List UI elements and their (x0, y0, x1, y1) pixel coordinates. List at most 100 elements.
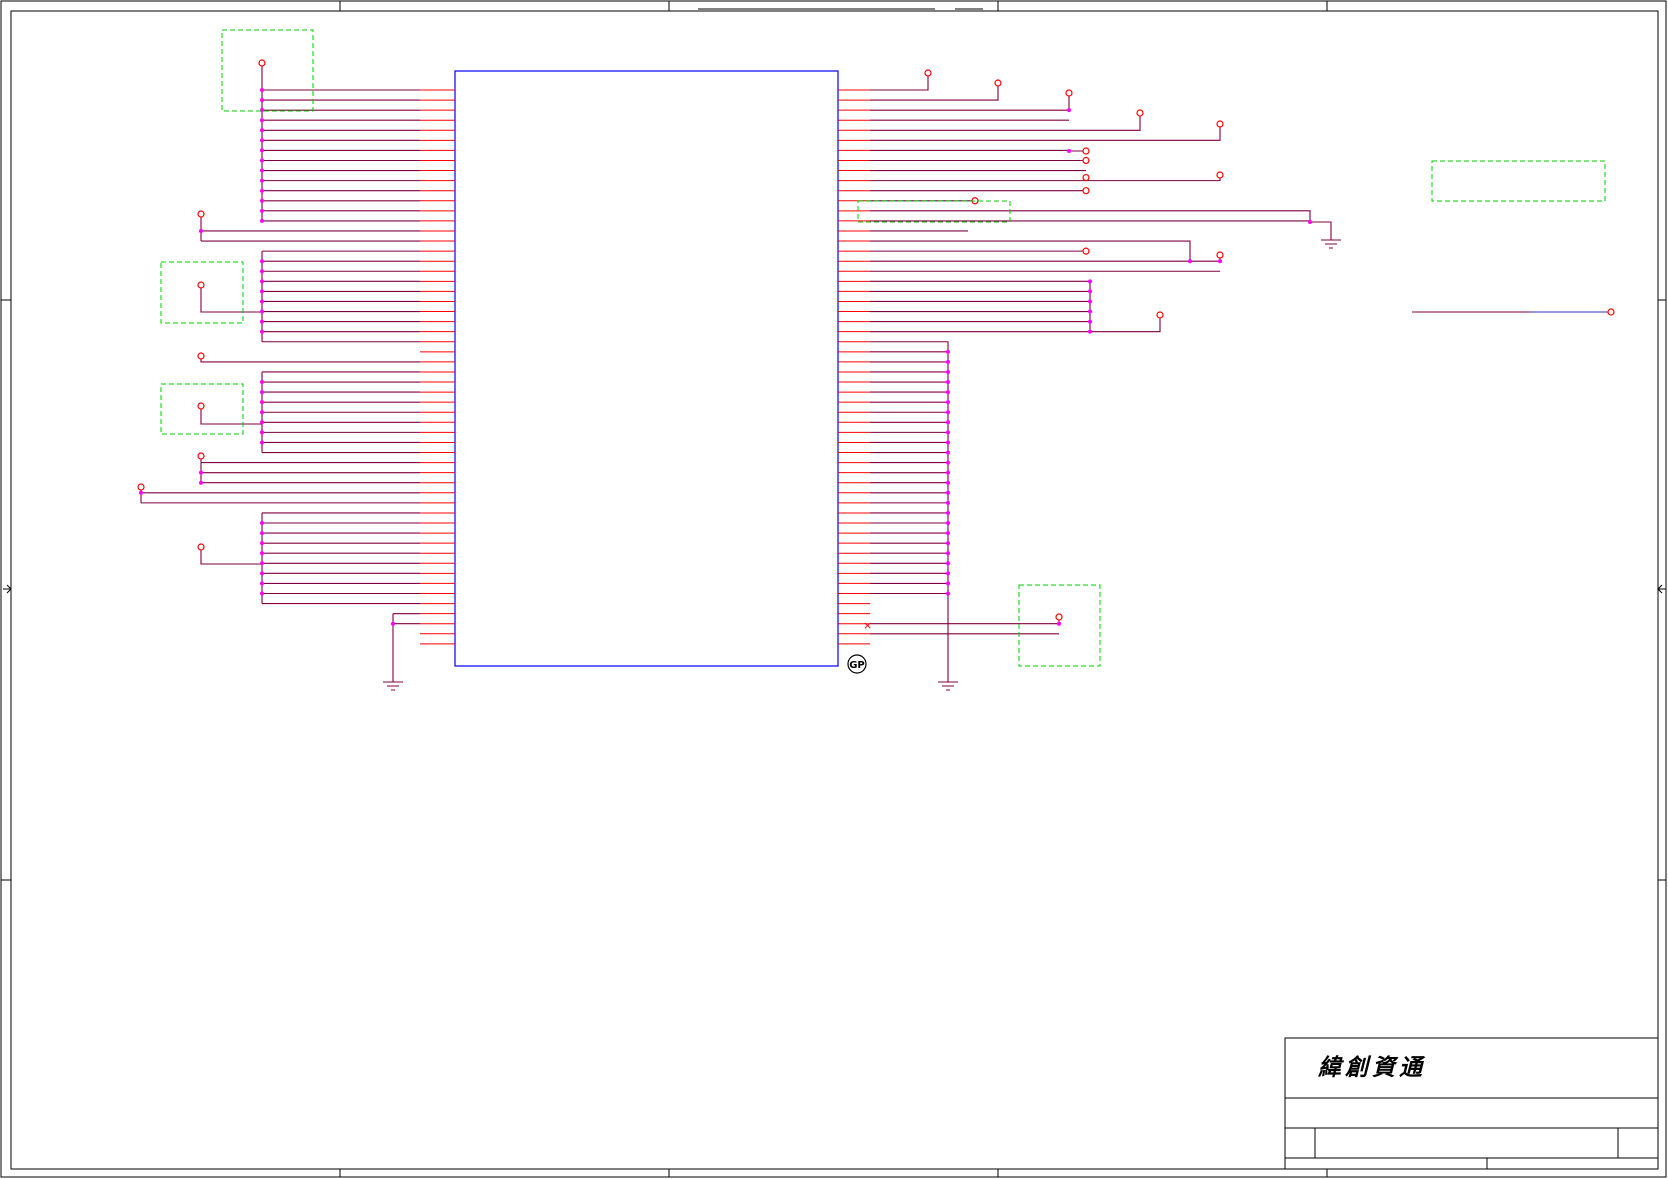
junction-dot (260, 118, 264, 123)
junction-dot (946, 400, 950, 405)
junction-dot (946, 349, 950, 354)
junction-dot (260, 138, 264, 143)
net-wire (870, 341, 949, 682)
power-port-icon[interactable] (1216, 251, 1224, 259)
power-port-icon[interactable] (1216, 171, 1224, 179)
net-wire (870, 116, 1141, 131)
power-port-icon[interactable] (1065, 89, 1073, 97)
power-port-icon[interactable] (994, 79, 1002, 87)
power-port-icon[interactable] (1136, 109, 1144, 117)
junction-dot (260, 531, 264, 536)
power-port-icon[interactable] (1082, 173, 1090, 182)
net-wire (870, 220, 1311, 222)
junction-dot (260, 390, 264, 395)
schematic-sheet: × GP 緯創資通 (0, 0, 1667, 1178)
power-port-icon[interactable] (137, 483, 145, 491)
junction-dot (260, 410, 264, 415)
ic-right-pins (838, 89, 870, 645)
junction-dot (260, 108, 264, 113)
net-wire (870, 620, 1060, 625)
power-port-icon[interactable] (197, 352, 205, 360)
junction-dot (260, 218, 264, 223)
net-wire (200, 409, 262, 425)
junction-dot (260, 259, 264, 264)
power-port-icon[interactable] (1082, 147, 1090, 155)
net-wire (870, 149, 1086, 152)
power-port-icon[interactable] (197, 452, 205, 460)
power-ports[interactable] (137, 59, 1615, 621)
junction-dot (260, 158, 264, 163)
junction-dot (946, 480, 950, 485)
junction-dot (260, 420, 264, 425)
junction-dot (946, 531, 950, 536)
power-port-icon[interactable] (924, 69, 932, 77)
net-wire (870, 258, 1221, 262)
power-port-icon[interactable] (1216, 120, 1224, 128)
junction-dot (946, 430, 950, 435)
power-port-icon[interactable] (1082, 156, 1090, 165)
junction-dot (260, 581, 264, 586)
junction-dot (946, 551, 950, 556)
ground-symbol (1321, 239, 1341, 249)
junction-dot (946, 541, 950, 546)
junction-dot (946, 380, 950, 385)
junction-dot (260, 541, 264, 546)
group-box (857, 200, 1011, 223)
junction-dot (260, 521, 264, 526)
junction-dot (199, 470, 203, 475)
zone-markers (1, 1, 1666, 1177)
ground-symbol (938, 681, 958, 691)
junction-dot (946, 420, 950, 425)
junction-dot (260, 319, 264, 324)
junction-dot (199, 228, 203, 233)
junction-dot (946, 369, 950, 374)
power-port-icon[interactable] (1055, 613, 1063, 621)
net-wire (200, 359, 420, 363)
right-arrow-marker (1657, 584, 1666, 594)
junction-dot (1088, 309, 1092, 314)
junction-dot (946, 510, 950, 515)
junction-dot (946, 591, 950, 596)
junction-dot (1218, 259, 1222, 264)
power-port-icon[interactable] (1156, 311, 1164, 319)
junction-dot (1308, 220, 1312, 224)
power-port-icon[interactable] (1607, 308, 1615, 316)
junction-dot (260, 329, 264, 334)
net-wire (870, 96, 1070, 111)
power-port-icon[interactable] (197, 402, 205, 410)
junction-dot (946, 410, 950, 415)
junction-dot (260, 400, 264, 405)
junction-dot (946, 460, 950, 465)
company-name: 緯創資通 (1317, 1054, 1426, 1081)
junction-dot (260, 148, 264, 153)
junction-dot (260, 440, 264, 445)
power-port-icon[interactable] (1082, 247, 1090, 255)
junction-dot (1088, 279, 1092, 284)
net-wire (1090, 318, 1161, 333)
ic-component-body[interactable] (454, 70, 839, 667)
power-port-icon[interactable] (1082, 187, 1090, 195)
junction-dot (260, 88, 264, 92)
junction-dot (199, 480, 203, 485)
power-port-icon[interactable] (197, 281, 205, 289)
power-port-icon[interactable] (197, 210, 205, 218)
net-wire (870, 127, 1221, 141)
net-wires (140, 66, 1608, 682)
power-port-icon[interactable] (258, 59, 266, 67)
junction-dot (946, 390, 950, 395)
junction-dot (946, 581, 950, 586)
net-wire (870, 210, 1332, 240)
junction-dot (260, 309, 264, 314)
junction-dot (260, 98, 264, 103)
junction-dot (260, 551, 264, 556)
power-port-icon[interactable] (197, 543, 205, 551)
junction-dot (260, 188, 264, 193)
green-part-badge: GP (847, 654, 867, 674)
junction-dot (260, 168, 264, 173)
ic-left-pins (420, 89, 455, 645)
junction-dot (260, 299, 264, 304)
net-wire (870, 86, 999, 101)
junction-dot (139, 490, 143, 495)
junction-dot (1057, 621, 1061, 626)
junction-dot (1188, 259, 1192, 264)
